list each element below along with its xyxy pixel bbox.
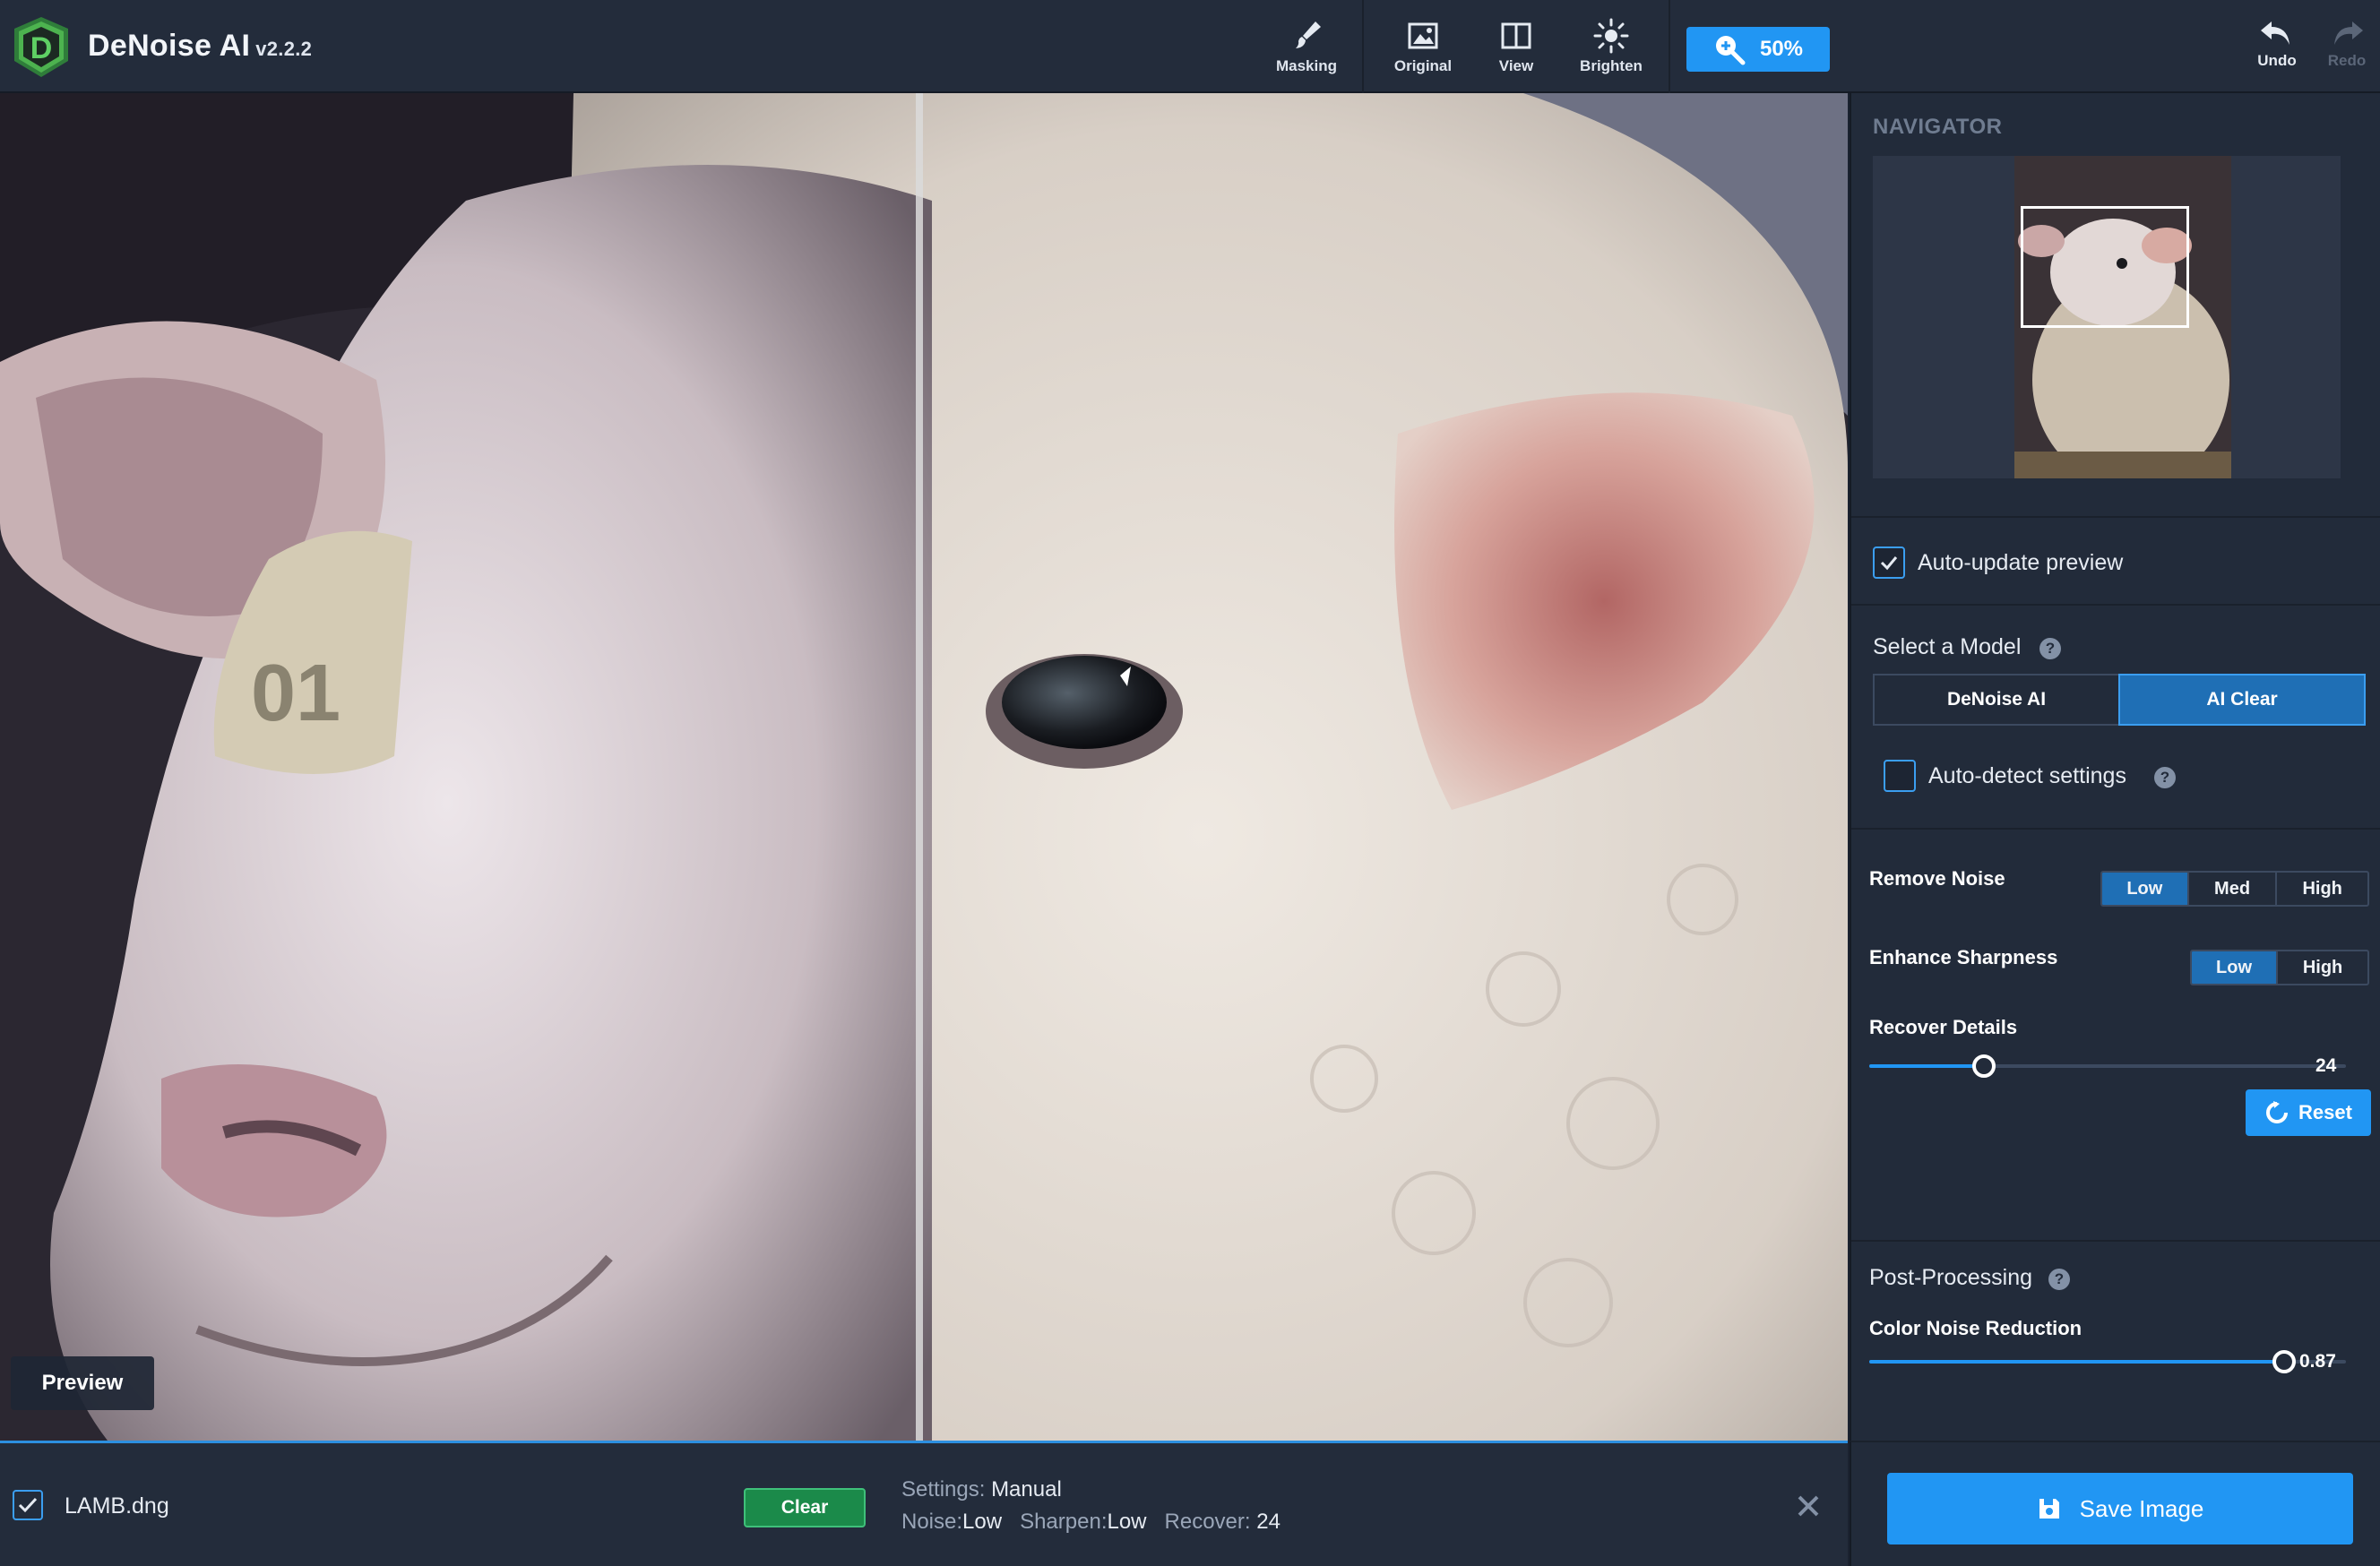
- enhance-sharpness-low[interactable]: Low: [2192, 951, 2279, 984]
- undo-button[interactable]: Undo: [2246, 18, 2308, 70]
- auto-detect-label: Auto-detect settings: [1928, 763, 2126, 788]
- help-icon[interactable]: ?: [2039, 638, 2061, 659]
- zoom-icon: [1715, 36, 1746, 65]
- app-title: DeNoise AI v2.2.2: [88, 29, 312, 64]
- recover-value: 24: [1256, 1510, 1281, 1534]
- sharpen-key: Sharpen:: [1020, 1510, 1108, 1534]
- post-processing-label: Post-Processing: [1869, 1265, 2033, 1290]
- recover-details-value: 24: [2315, 1055, 2337, 1076]
- reset-button[interactable]: Reset: [2246, 1089, 2371, 1136]
- enhance-sharpness-high[interactable]: High: [2278, 951, 2367, 984]
- sun-icon: [1593, 18, 1629, 54]
- remove-noise-med[interactable]: Med: [2189, 873, 2278, 905]
- enhance-sharpness-selector: Low High: [2190, 950, 2369, 985]
- history-toolbar: Undo Redo: [1850, 0, 2380, 93]
- toolbar-divider: [1362, 0, 1364, 93]
- model-denoise-ai-button[interactable]: DeNoise AI: [1873, 674, 2120, 726]
- post-processing-section: Post-Processing ? Color Noise Reduction …: [1851, 1242, 2380, 1439]
- zoom-button[interactable]: 50%: [1686, 27, 1830, 72]
- original-label: Original: [1393, 57, 1453, 74]
- auto-detect-checkbox[interactable]: [1884, 760, 1916, 792]
- masking-label: Masking: [1275, 57, 1338, 74]
- remove-noise-high[interactable]: High: [2277, 873, 2367, 905]
- remove-noise-selector: Low Med High: [2100, 871, 2369, 907]
- save-icon: [2039, 1499, 2059, 1519]
- help-icon[interactable]: ?: [2154, 767, 2176, 788]
- recover-key: Recover:: [1164, 1510, 1251, 1534]
- noise-key: Noise:: [901, 1510, 963, 1534]
- redo-icon: [2334, 22, 2363, 45]
- brighten-label: Brighten: [1580, 57, 1643, 74]
- reset-icon: [2266, 1101, 2289, 1123]
- recover-details-knob[interactable]: [1971, 1054, 1996, 1078]
- toolbar-divider: [1669, 0, 1670, 93]
- svg-text:D: D: [30, 31, 53, 65]
- recover-details-fill: [1869, 1064, 1984, 1068]
- model-ai-clear-button[interactable]: AI Clear: [2118, 674, 2366, 726]
- redo-label: Redo: [2327, 52, 2367, 69]
- view-label: View: [1498, 57, 1534, 74]
- brighten-button[interactable]: Brighten: [1572, 18, 1651, 82]
- color-noise-fill: [1869, 1360, 2284, 1364]
- split-divider-handle[interactable]: [916, 93, 923, 1441]
- undo-icon: [2261, 22, 2289, 45]
- settings-value: Manual: [991, 1477, 1062, 1501]
- color-noise-value: 0.87: [2299, 1351, 2336, 1372]
- select-model-label: Select a Model: [1873, 634, 2022, 659]
- app-window: D DeNoise AI v2.2.2 Masking Original Vie…: [0, 0, 2380, 1566]
- preview-badge: Preview: [11, 1356, 154, 1410]
- color-noise-label: Color Noise Reduction: [1869, 1317, 2082, 1339]
- settings-panel: NAVIGATOR Auto-update preview Select a M…: [1850, 93, 2380, 1441]
- auto-update-checkbox[interactable]: [1873, 546, 1905, 579]
- navigator-viewport-rect[interactable]: [2021, 206, 2189, 328]
- lamb-photo: 01: [0, 93, 1848, 1441]
- redo-button[interactable]: Redo: [2315, 18, 2378, 70]
- check-icon: [1880, 556, 1898, 571]
- auto-update-row: Auto-update preview: [1851, 518, 2380, 606]
- recover-details-label: Recover Details: [1869, 1016, 2018, 1038]
- original-button[interactable]: Original: [1384, 18, 1462, 82]
- file-checkbox[interactable]: [13, 1490, 43, 1520]
- image-icon: [1408, 22, 1438, 49]
- adjustments-section: Remove Noise Low Med High Enhance Sharpn…: [1851, 830, 2380, 1242]
- remove-noise-label: Remove Noise: [1869, 867, 2005, 890]
- clear-button[interactable]: Clear: [744, 1488, 866, 1527]
- noise-value: Low: [962, 1510, 1003, 1534]
- remove-noise-low[interactable]: Low: [2102, 873, 2189, 905]
- image-viewport[interactable]: 01 Preview: [0, 93, 1848, 1441]
- zoom-level: 50%: [1759, 37, 1804, 61]
- reset-label: Reset: [2298, 1101, 2352, 1123]
- navigator-title: NAVIGATOR: [1873, 115, 2003, 139]
- params-summary: Noise:Low Sharpen:Low Recover: 24: [901, 1510, 1281, 1535]
- undo-label: Undo: [2257, 52, 2297, 69]
- logo-icon: D: [14, 17, 68, 77]
- color-noise-knob[interactable]: [2272, 1350, 2296, 1373]
- help-icon[interactable]: ?: [2048, 1269, 2070, 1290]
- view-button[interactable]: View: [1480, 18, 1552, 82]
- masking-button[interactable]: Masking: [1269, 18, 1344, 82]
- svg-text:01: 01: [251, 649, 341, 738]
- save-image-button[interactable]: Save Image: [1887, 1473, 2353, 1544]
- navigator-box[interactable]: [1873, 156, 2341, 478]
- auto-update-label: Auto-update preview: [1918, 550, 2124, 575]
- settings-summary: Settings: Manual: [901, 1477, 1062, 1502]
- enhance-sharpness-label: Enhance Sharpness: [1869, 946, 2058, 968]
- app-name: DeNoise AI: [88, 29, 251, 63]
- app-version: v2.2.2: [255, 38, 313, 60]
- top-toolbar: D DeNoise AI v2.2.2 Masking Original Vie…: [0, 0, 1850, 93]
- navigator-section: NAVIGATOR: [1851, 93, 2380, 518]
- brush-icon: [1296, 22, 1321, 48]
- save-image-label: Save Image: [2079, 1494, 2204, 1522]
- file-queue-bar: LAMB.dng Clear Settings: Manual Noise:Lo…: [0, 1441, 1848, 1566]
- sharpen-value: Low: [1107, 1510, 1147, 1534]
- close-icon[interactable]: [1792, 1490, 1824, 1522]
- check-icon: [18, 1497, 38, 1513]
- file-name: LAMB.dng: [65, 1493, 169, 1519]
- save-area: Save Image: [1850, 1441, 2380, 1566]
- settings-key: Settings:: [901, 1477, 986, 1501]
- split-view-icon: [1501, 22, 1531, 49]
